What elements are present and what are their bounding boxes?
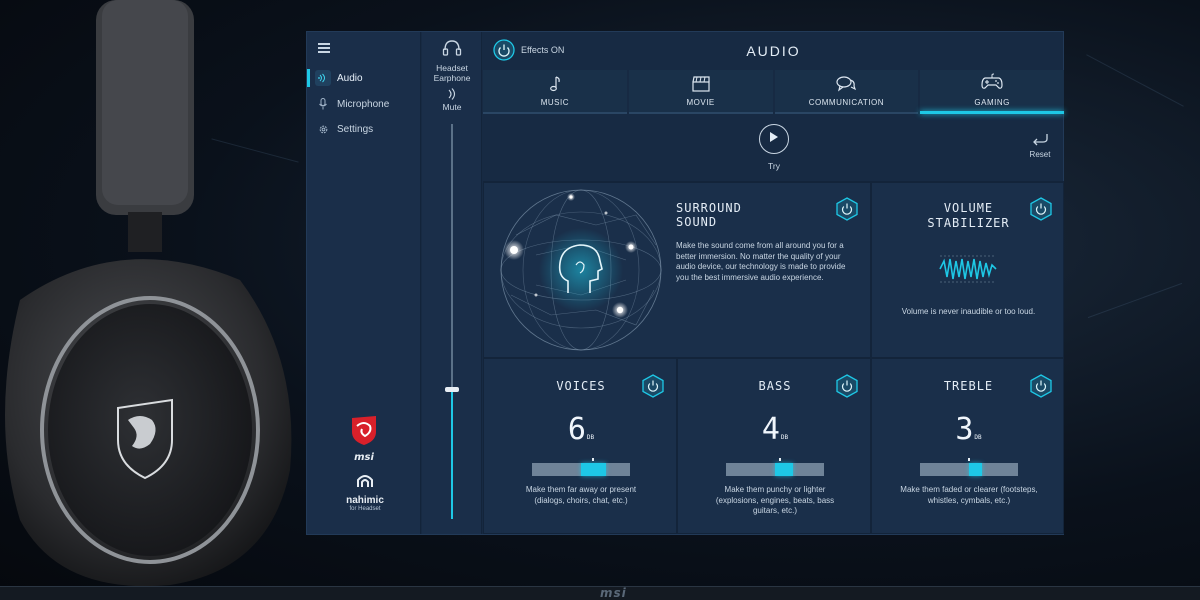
- voices-db-value: 6DB: [484, 412, 678, 447]
- tab-label: MUSIC: [540, 98, 570, 107]
- treble-description: Make them faded or clearer (footsteps, w…: [900, 485, 1038, 505]
- msi-logo: msi: [343, 414, 385, 463]
- headset-image: [5, 0, 292, 600]
- tab-communication[interactable]: COMMUNICATION: [774, 70, 919, 114]
- treble-panel: TREBLE 3DB Make them faded or clearer (f…: [871, 358, 1064, 534]
- gamepad-icon: [981, 73, 1003, 94]
- try-label: Try: [768, 161, 780, 171]
- undo-arrow-icon: [1031, 133, 1049, 150]
- surround-sphere-illustration: [500, 189, 662, 351]
- audio-app-window: Audio Microphone Settings msi nahimic fo…: [306, 31, 1064, 535]
- sidebar-item-label: Audio: [337, 72, 363, 84]
- voices-power-button[interactable]: [642, 374, 664, 398]
- treble-db-value: 3DB: [872, 412, 1065, 447]
- play-icon: [769, 130, 779, 148]
- gear-icon: [315, 121, 331, 137]
- treble-slider-fill: [969, 463, 982, 476]
- device-panel: Headset Earphone Mute: [422, 32, 482, 534]
- voices-panel: VOICES 6DB Make them far away or present…: [483, 358, 677, 534]
- volume-stabilizer-power-button[interactable]: [1030, 197, 1052, 221]
- treble-unit: DB: [974, 434, 982, 441]
- bass-slider[interactable]: [726, 458, 824, 476]
- volume-slider-empty: [451, 124, 453, 389]
- mute-label[interactable]: Mute: [422, 102, 482, 112]
- voices-slider[interactable]: [532, 458, 630, 476]
- clapperboard-icon: [692, 76, 710, 94]
- tab-label: COMMUNICATION: [808, 98, 884, 107]
- tab-label: MOVIE: [686, 98, 715, 107]
- music-note-icon: [549, 76, 561, 94]
- sidebar-item-microphone[interactable]: Microphone: [307, 93, 421, 115]
- sidebar-item-audio[interactable]: Audio: [307, 67, 421, 89]
- sidebar-item-label: Settings: [337, 123, 374, 135]
- tab-label: GAMING: [974, 98, 1010, 107]
- volume-slider-thumb[interactable]: [445, 386, 459, 392]
- chat-bubbles-icon: [836, 76, 857, 94]
- audio-waves-icon: [315, 70, 331, 86]
- background-streak: [1086, 54, 1184, 107]
- device-name-line1: Headset: [436, 63, 468, 73]
- headset-icon: [442, 39, 462, 62]
- reset-button[interactable]: [1028, 132, 1052, 151]
- treble-value: 3: [955, 412, 974, 447]
- nahimic-logo-subtext: for Headset: [349, 506, 381, 512]
- reset-label[interactable]: Reset: [1023, 150, 1057, 159]
- nahimic-logo: nahimic for Headset: [329, 474, 401, 512]
- surround-power-button[interactable]: [836, 197, 858, 221]
- volume-stabilizer-description: Volume is never inaudible or too loud.: [901, 307, 1036, 316]
- preview-bar: Try Reset: [483, 116, 1064, 182]
- volume-slider-track[interactable]: [451, 124, 453, 519]
- bass-description: Make them punchy or lighter (explosions,…: [715, 485, 835, 515]
- sidebar-item-label: Microphone: [337, 98, 390, 110]
- treble-slider-handle[interactable]: [967, 458, 970, 461]
- page-title: AUDIO: [746, 43, 801, 59]
- monitor-logo: msi: [600, 586, 627, 600]
- try-play-button[interactable]: [759, 124, 789, 154]
- bass-slider-fill: [775, 463, 793, 476]
- profile-tabs: MUSIC MOVIE COMMUNICATION GAMING: [483, 70, 1064, 114]
- bass-value: 4: [761, 412, 780, 447]
- tab-gaming[interactable]: GAMING: [920, 70, 1064, 114]
- hamburger-menu-icon[interactable]: [318, 43, 330, 53]
- treble-slider[interactable]: [920, 458, 1018, 476]
- voices-slider-handle[interactable]: [592, 458, 595, 461]
- sidebar-item-settings[interactable]: Settings: [307, 118, 421, 140]
- msi-logo-text: msi: [354, 452, 374, 463]
- waveform-icon: [939, 255, 997, 283]
- voices-unit: DB: [586, 434, 595, 441]
- voices-slider-fill: [581, 463, 607, 476]
- volume-stabilizer-panel: VOLUME STABILIZER Volume is never inaudi…: [871, 182, 1064, 358]
- bass-power-button[interactable]: [836, 374, 858, 398]
- treble-power-button[interactable]: [1030, 374, 1052, 398]
- bass-panel: BASS 4DB Make them punchy or lighter (ex…: [677, 358, 871, 534]
- surround-sound-title: SURROUND SOUND: [676, 201, 742, 229]
- sidebar: Audio Microphone Settings msi nahimic fo…: [307, 32, 421, 534]
- microphone-icon: [315, 96, 331, 112]
- surround-sound-panel: SURROUND SOUND Make the sound come from …: [483, 182, 871, 358]
- background-streak: [1087, 282, 1183, 319]
- tab-movie[interactable]: MOVIE: [628, 70, 773, 114]
- voices-value: 6: [567, 412, 586, 447]
- bass-slider-handle[interactable]: [778, 458, 781, 461]
- device-name-line2: Earphone: [433, 73, 471, 83]
- surround-sound-description: Make the sound come from all around you …: [676, 241, 846, 282]
- nahimic-logo-text: nahimic: [346, 495, 384, 506]
- bass-db-value: 4DB: [678, 412, 872, 447]
- voices-description: Make them far away or present (dialogs, …: [525, 485, 637, 505]
- main-content: Effects ON AUDIO MUSIC MOVIE COMMUNICATI…: [483, 32, 1064, 534]
- bass-unit: DB: [780, 434, 789, 441]
- tab-music[interactable]: MUSIC: [483, 70, 627, 114]
